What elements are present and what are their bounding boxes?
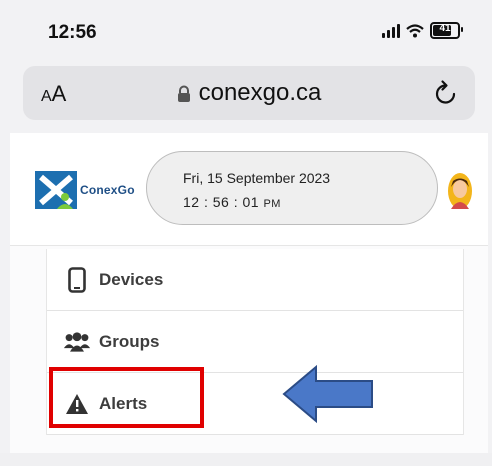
- url-text: conexgo.ca: [198, 79, 322, 106]
- wifi-icon: [406, 23, 424, 37]
- reload-icon[interactable]: [433, 79, 459, 107]
- battery-icon: 41: [430, 22, 463, 39]
- current-date: Fri, 15 September 2023: [183, 170, 331, 186]
- menu-label-devices: Devices: [99, 269, 164, 289]
- url-display[interactable]: conexgo.ca: [23, 79, 475, 107]
- menu-item-devices[interactable]: Devices: [47, 249, 463, 311]
- pointer-arrow-icon: [282, 364, 373, 424]
- battery-level: 41: [439, 23, 451, 34]
- current-time: 12 : 56 : 01 PM: [183, 194, 281, 210]
- datetime-display: Fri, 15 September 2023 12 : 56 : 01 PM: [146, 151, 438, 225]
- menu-label-groups: Groups: [99, 331, 160, 351]
- alerts-highlight-box: [49, 367, 204, 428]
- conexgo-logo[interactable]: ConexGo: [35, 171, 135, 209]
- lock-icon: [177, 85, 190, 102]
- bottom-strip: [0, 453, 492, 466]
- users-icon: [63, 331, 91, 353]
- signal-icon: [382, 23, 400, 38]
- logo-text: ConexGo: [80, 183, 135, 197]
- status-time: 12:56: [48, 22, 97, 43]
- menu-item-groups[interactable]: Groups: [47, 311, 463, 373]
- app-header: ConexGo Fri, 15 September 2023 12 : 56 :…: [10, 133, 488, 246]
- phone-icon: [63, 266, 91, 293]
- status-icons: 41: [382, 22, 463, 39]
- time-ampm: PM: [263, 198, 281, 210]
- avatar[interactable]: [447, 171, 473, 211]
- logo-mark-icon: [35, 171, 77, 209]
- address-bar[interactable]: AA conexgo.ca: [23, 66, 475, 120]
- status-bar: 12:56 41: [0, 0, 492, 58]
